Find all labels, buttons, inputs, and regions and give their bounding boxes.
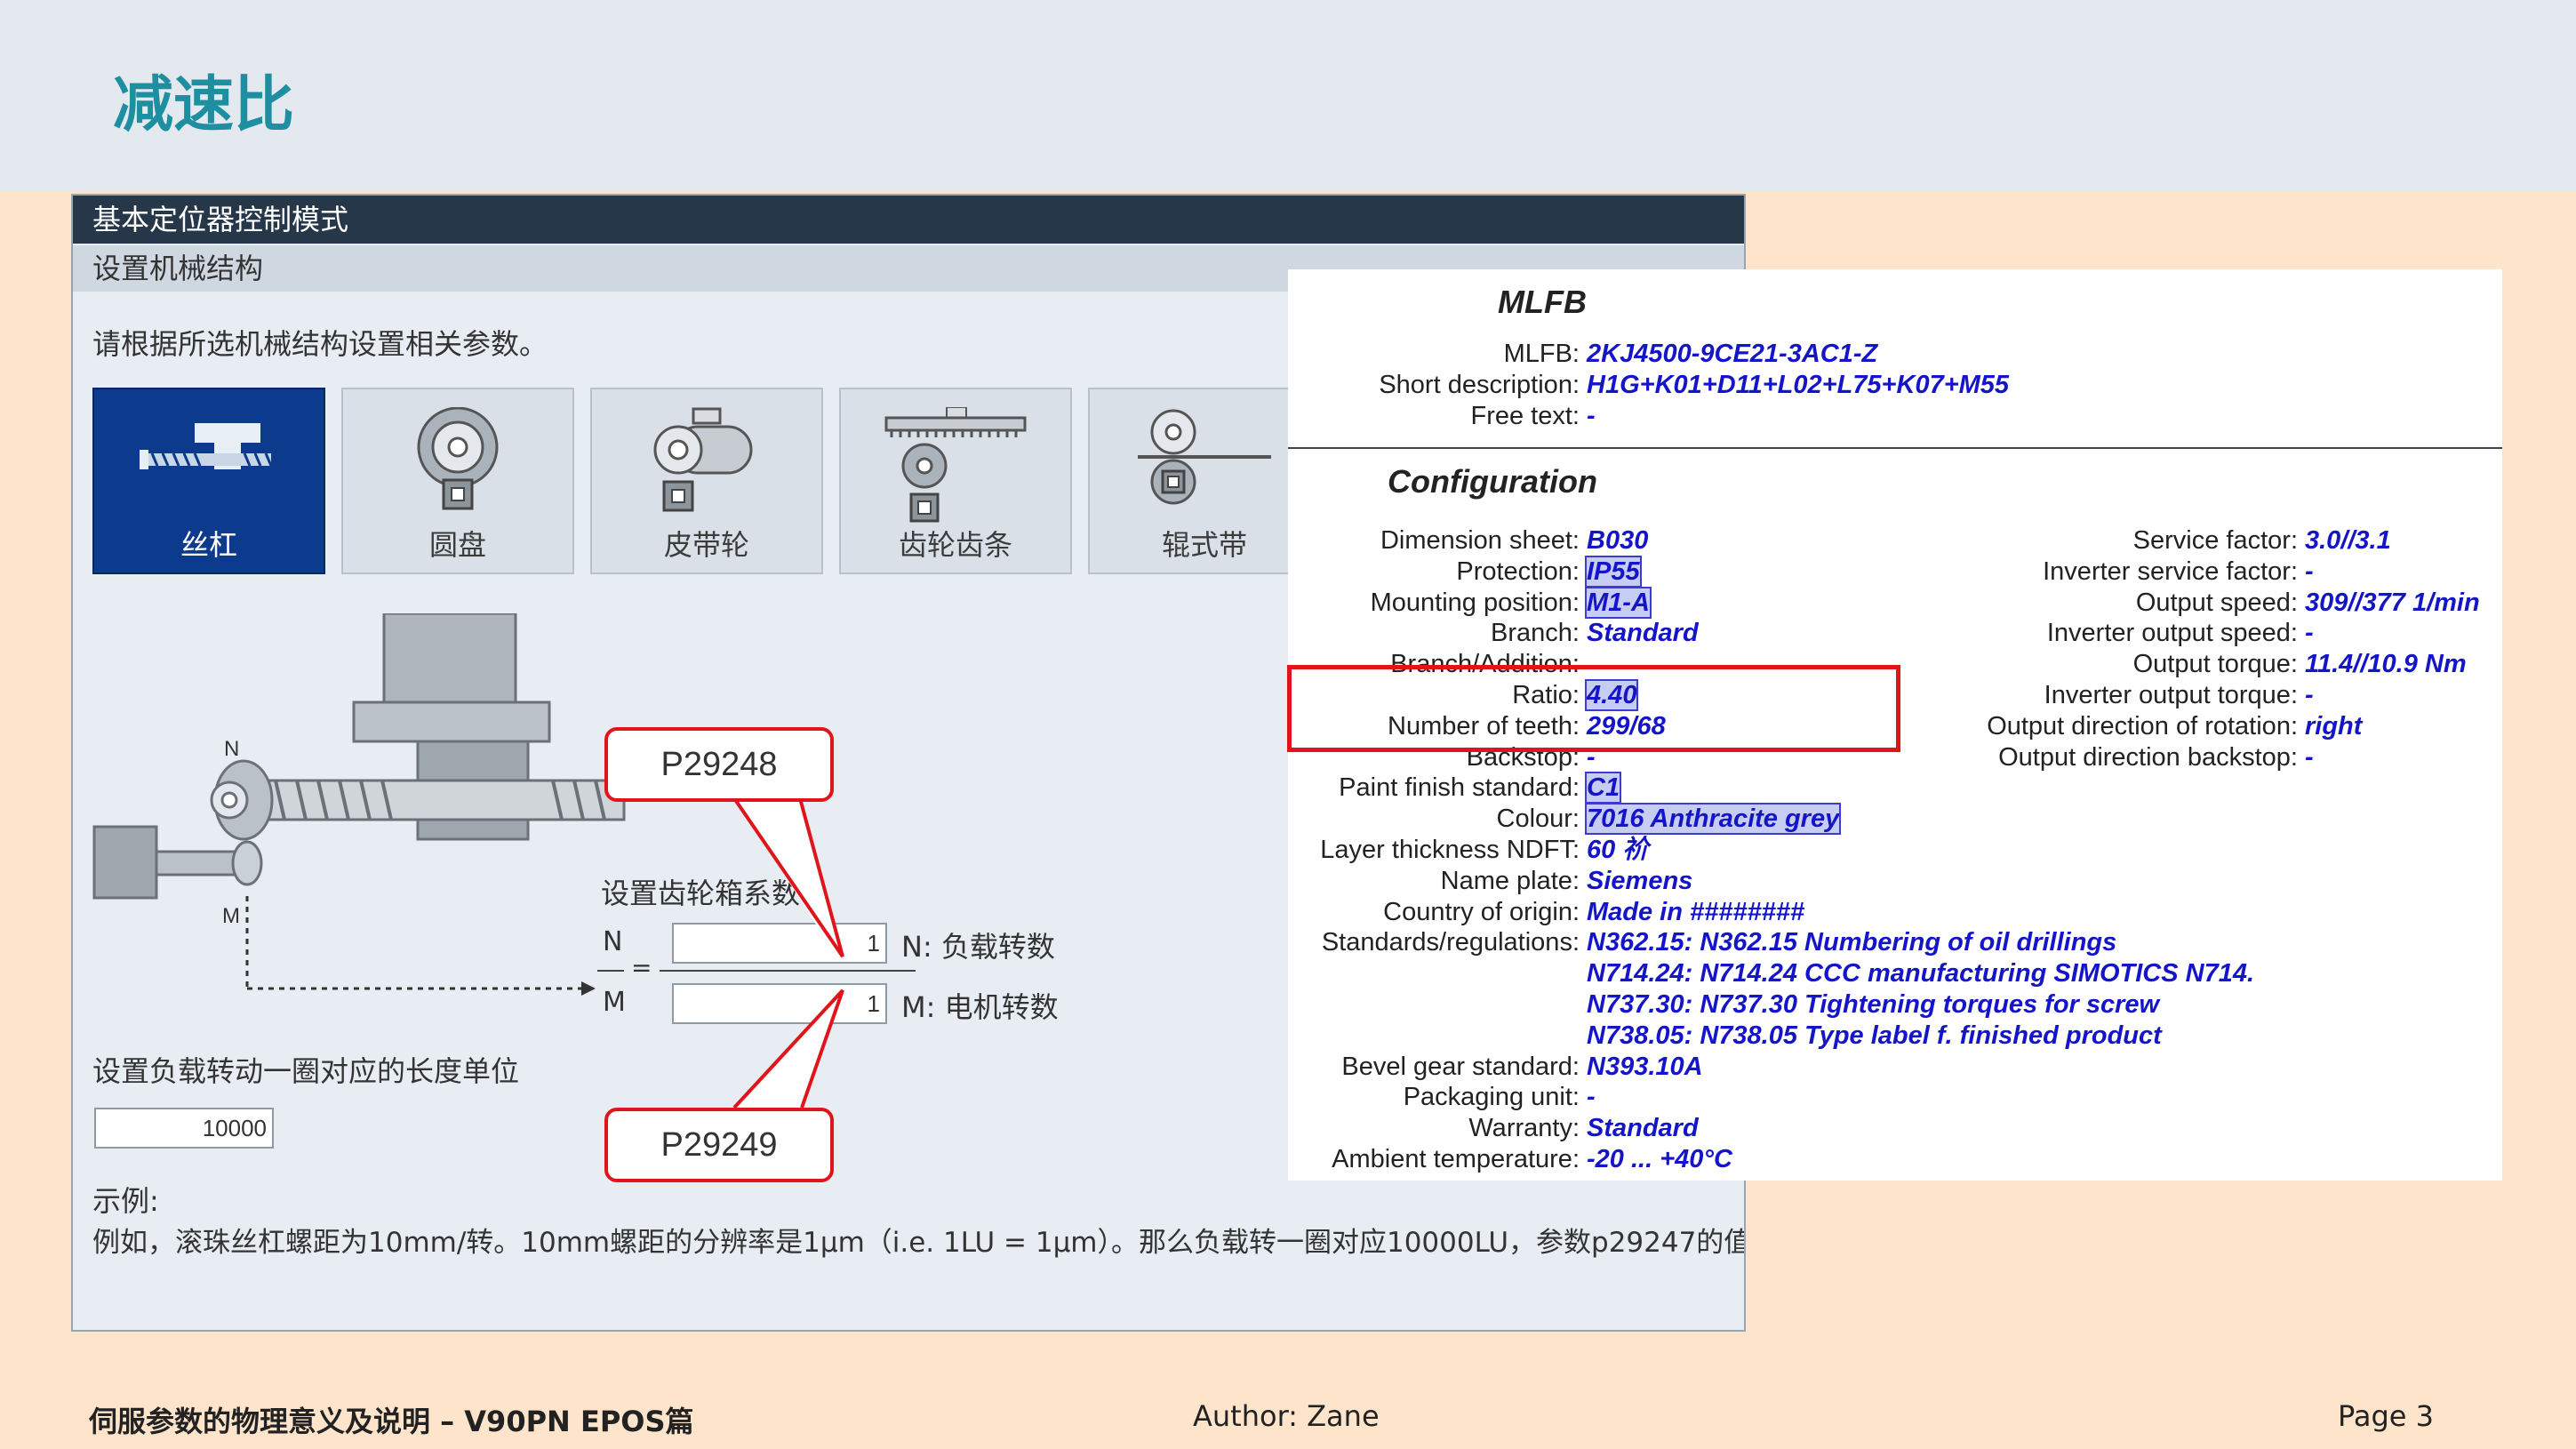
- config-label: [1288, 1021, 1580, 1051]
- free-text-value: -: [1587, 402, 1596, 430]
- mlfb-separator: [1288, 447, 2502, 449]
- fraction-line: [660, 970, 916, 972]
- gearbox-ratio-label: 设置齿轮箱系数: [601, 877, 801, 910]
- mechanism-label: 辊式带: [1161, 528, 1247, 562]
- mechanism-label: 丝杠: [180, 528, 237, 562]
- rack-pinion-icon: [884, 407, 1027, 523]
- config-label: Layer thickness NDFT:: [1320, 836, 1580, 864]
- header-band: [0, 0, 2576, 191]
- disc-icon: [417, 407, 499, 510]
- mechanism-button-rack-pinion[interactable]: 齿轮齿条: [839, 388, 1072, 574]
- motor-revolutions-label: M: 电机转数: [901, 990, 1059, 1024]
- roller-belt-icon: [1138, 409, 1271, 505]
- config-right-value: -: [2305, 556, 2314, 586]
- config-value: Standard: [1587, 1114, 1699, 1143]
- config-right-label: Inverter service factor:: [2043, 556, 2298, 586]
- load-revolutions-label: N: 负载转数: [901, 930, 1055, 964]
- leadscrew-diagram: N M: [92, 613, 626, 987]
- callout-p29249: P29249: [604, 1108, 834, 1182]
- load-revolutions-input[interactable]: 1: [672, 923, 887, 964]
- mechanism-button-leadscrew[interactable]: 丝杠: [92, 388, 325, 574]
- config-right-label: Service factor:: [2132, 526, 2298, 555]
- config-value: N714.24: N714.24 CCC manufacturing SIMOT…: [1587, 959, 2255, 989]
- dashed-arrow: [247, 981, 596, 996]
- mechanism-label: 圆盘: [428, 528, 486, 562]
- config-label: Standards/regulations:: [1321, 928, 1580, 957]
- panel-instruction: 请根据所选机械结构设置相关参数。: [92, 327, 548, 361]
- fraction-line-left: [597, 970, 624, 972]
- config-value: -: [1587, 1083, 1596, 1112]
- mechanism-label: 皮带轮: [663, 528, 749, 562]
- belt-pulley-icon: [653, 407, 753, 512]
- footer-title: 伺服参数的物理意义及说明 – V90PN EPOS篇: [89, 1405, 694, 1438]
- config-right-value: -: [2305, 742, 2314, 772]
- diagram-n-label: N: [224, 737, 239, 761]
- config-value: N737.30: N737.30 Tightening torques for …: [1587, 990, 2160, 1019]
- motor-revolutions-input[interactable]: 1: [672, 983, 887, 1024]
- config-right-value: -: [2305, 681, 2314, 709]
- config-right-value: 3.0//3.1: [2305, 526, 2391, 555]
- config-label: Paint finish standard:: [1339, 773, 1580, 803]
- config-value: N738.05: N738.05 Type label f. finished …: [1587, 1021, 2162, 1050]
- length-unit-label: 设置负载转动一圈对应的长度单位: [92, 1054, 520, 1088]
- config-label: Country of origin:: [1383, 897, 1580, 926]
- config-label: [1288, 958, 1580, 989]
- mechanism-button-roller-belt[interactable]: 辊式带: [1088, 388, 1321, 574]
- ratio-highlight-box: [1287, 665, 1900, 752]
- footer-page-number: Page 3: [2338, 1399, 2434, 1433]
- fraction-n-label: N: [603, 926, 623, 957]
- config-value: C1: [1584, 772, 1622, 805]
- config-value: 7016 Anthracite grey: [1584, 803, 1842, 836]
- config-label: Packaging unit:: [1403, 1083, 1580, 1112]
- configuration-title: Configuration: [1388, 463, 1597, 500]
- config-right-label: Output speed:: [2135, 588, 2298, 617]
- mlfb-value: 2KJ4500-9CE21-3AC1-Z: [1587, 340, 1878, 368]
- free-text-label: Free text:: [1470, 402, 1580, 430]
- config-value: -20 ... +40°C: [1587, 1145, 1732, 1173]
- diagram-m-label: M: [222, 904, 240, 928]
- config-label: [1288, 989, 1580, 1020]
- config-value: Made in ########: [1587, 897, 1805, 926]
- config-label: Name plate:: [1440, 866, 1580, 895]
- config-right-label: Inverter output speed:: [2046, 619, 2298, 648]
- config-value: 60 祄: [1587, 836, 1649, 864]
- panel-titlebar: 基本定位器控制模式: [73, 196, 1744, 244]
- fraction-m-label: M: [603, 987, 626, 1018]
- config-value: N362.15: N362.15 Numbering of oil drilli…: [1587, 928, 2117, 957]
- config-right-value: 309//377 1/min: [2305, 588, 2480, 617]
- config-label: Warranty:: [1468, 1114, 1580, 1143]
- mlfb-title: MLFB: [1498, 284, 1587, 320]
- footer-author: Author: Zane: [1193, 1399, 1380, 1433]
- config-value: Siemens: [1587, 866, 1693, 895]
- config-right-value: 11.4//10.9 Nm: [2305, 650, 2467, 679]
- config-label: Bevel gear standard:: [1341, 1052, 1580, 1081]
- slide-title: 减速比: [113, 70, 295, 140]
- config-right-value: right: [2305, 711, 2363, 741]
- mechanism-button-disc[interactable]: 圆盘: [341, 388, 574, 574]
- leadscrew-icon: [140, 423, 273, 469]
- example-text: 例如，滚珠丝杠螺距为10mm/转。10mm螺距的分辨率是1μm（i.e. 1LU…: [92, 1227, 1746, 1259]
- length-unit-input[interactable]: 10000: [94, 1108, 274, 1149]
- config-value: N393.10A: [1587, 1052, 1703, 1081]
- example-label: 示例:: [92, 1184, 159, 1218]
- config-label: Ambient temperature:: [1332, 1145, 1580, 1173]
- short-description-label: Short description:: [1379, 371, 1580, 399]
- mlfb-row-label: MLFB:: [1503, 340, 1580, 368]
- short-description-value: H1G+K01+D11+L02+L75+K07+M55: [1587, 371, 2010, 399]
- fraction-equals: =: [631, 953, 652, 982]
- config-right-value: -: [2305, 619, 2314, 648]
- callout-p29248: P29248: [604, 727, 834, 802]
- mechanism-label: 齿轮齿条: [898, 528, 1012, 562]
- config-label: Colour:: [1496, 805, 1580, 834]
- mechanism-button-belt-pulley[interactable]: 皮带轮: [590, 388, 823, 574]
